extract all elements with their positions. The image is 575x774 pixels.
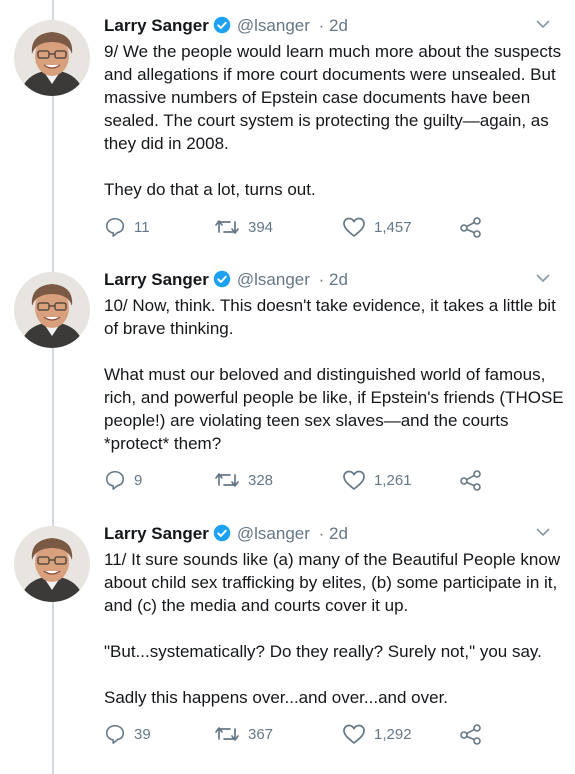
retweet-button[interactable]: 367	[214, 723, 273, 745]
reply-icon	[105, 217, 125, 237]
timestamp[interactable]: · 2d	[319, 270, 348, 289]
like-button[interactable]: 1,261	[342, 469, 412, 491]
reply-icon	[105, 470, 125, 490]
like-count: 1,261	[374, 471, 412, 489]
verified-badge-icon	[213, 524, 231, 547]
author-handle[interactable]: @lsanger	[237, 270, 310, 289]
heart-icon	[343, 217, 365, 237]
timestamp[interactable]: · 2d	[319, 16, 348, 35]
author-name[interactable]: Larry Sanger	[104, 524, 209, 543]
share-icon	[460, 217, 481, 238]
tweet-text: 9/ We the people would learn much more a…	[104, 42, 562, 199]
chevron-down-icon[interactable]	[535, 271, 551, 289]
reply-icon	[105, 724, 125, 744]
retweet-count: 328	[248, 471, 274, 489]
share-button[interactable]	[459, 723, 483, 745]
chevron-down-icon[interactable]	[535, 525, 551, 543]
retweet-count: 367	[248, 725, 274, 743]
reply-count: 9	[134, 471, 143, 489]
reply-button[interactable]: 39	[104, 723, 151, 745]
heart-icon	[343, 470, 365, 490]
like-button[interactable]: 1,292	[342, 723, 412, 745]
author-handle[interactable]: @lsanger	[237, 16, 310, 35]
retweet-icon	[215, 473, 239, 487]
tweet-header: Larry Sanger @lsanger · 2d	[104, 524, 348, 546]
heart-icon	[343, 724, 365, 744]
retweet-button[interactable]: 328	[214, 469, 273, 491]
avatar[interactable]	[14, 272, 90, 348]
like-count: 1,292	[374, 725, 412, 743]
verified-badge-icon	[213, 16, 231, 39]
like-button[interactable]: 1,457	[342, 216, 412, 238]
avatar[interactable]	[14, 526, 90, 602]
author-handle[interactable]: @lsanger	[237, 524, 310, 543]
author-name[interactable]: Larry Sanger	[104, 270, 209, 289]
reply-button[interactable]: 11	[104, 216, 150, 238]
tweet-text: 11/ It sure sounds like (a) many of the …	[104, 550, 561, 707]
thread-line	[52, 0, 54, 774]
share-icon	[460, 724, 481, 745]
avatar[interactable]	[14, 20, 90, 96]
retweet-count: 394	[248, 218, 274, 236]
share-button[interactable]	[459, 216, 483, 238]
tweet-actions: 39 367 1,292	[104, 723, 524, 749]
reply-count: 39	[134, 725, 151, 743]
tweet-actions: 9 328 1,261	[104, 469, 524, 495]
share-button[interactable]	[459, 469, 483, 491]
tweet-header: Larry Sanger @lsanger · 2d	[104, 270, 348, 292]
author-name[interactable]: Larry Sanger	[104, 16, 209, 35]
chevron-down-icon[interactable]	[535, 17, 551, 35]
reply-button[interactable]: 9	[104, 469, 142, 491]
retweet-button[interactable]: 394	[214, 216, 273, 238]
share-icon	[460, 470, 481, 491]
verified-badge-icon	[213, 270, 231, 293]
tweet-header: Larry Sanger @lsanger · 2d	[104, 16, 348, 38]
retweet-icon	[215, 220, 239, 234]
tweet-actions: 11 394 1,457	[104, 216, 524, 242]
like-count: 1,457	[374, 218, 412, 236]
reply-count: 11	[134, 218, 150, 236]
timestamp[interactable]: · 2d	[319, 524, 348, 543]
tweet-text: 10/ Now, think. This doesn't take eviden…	[104, 296, 564, 453]
retweet-icon	[215, 727, 239, 741]
